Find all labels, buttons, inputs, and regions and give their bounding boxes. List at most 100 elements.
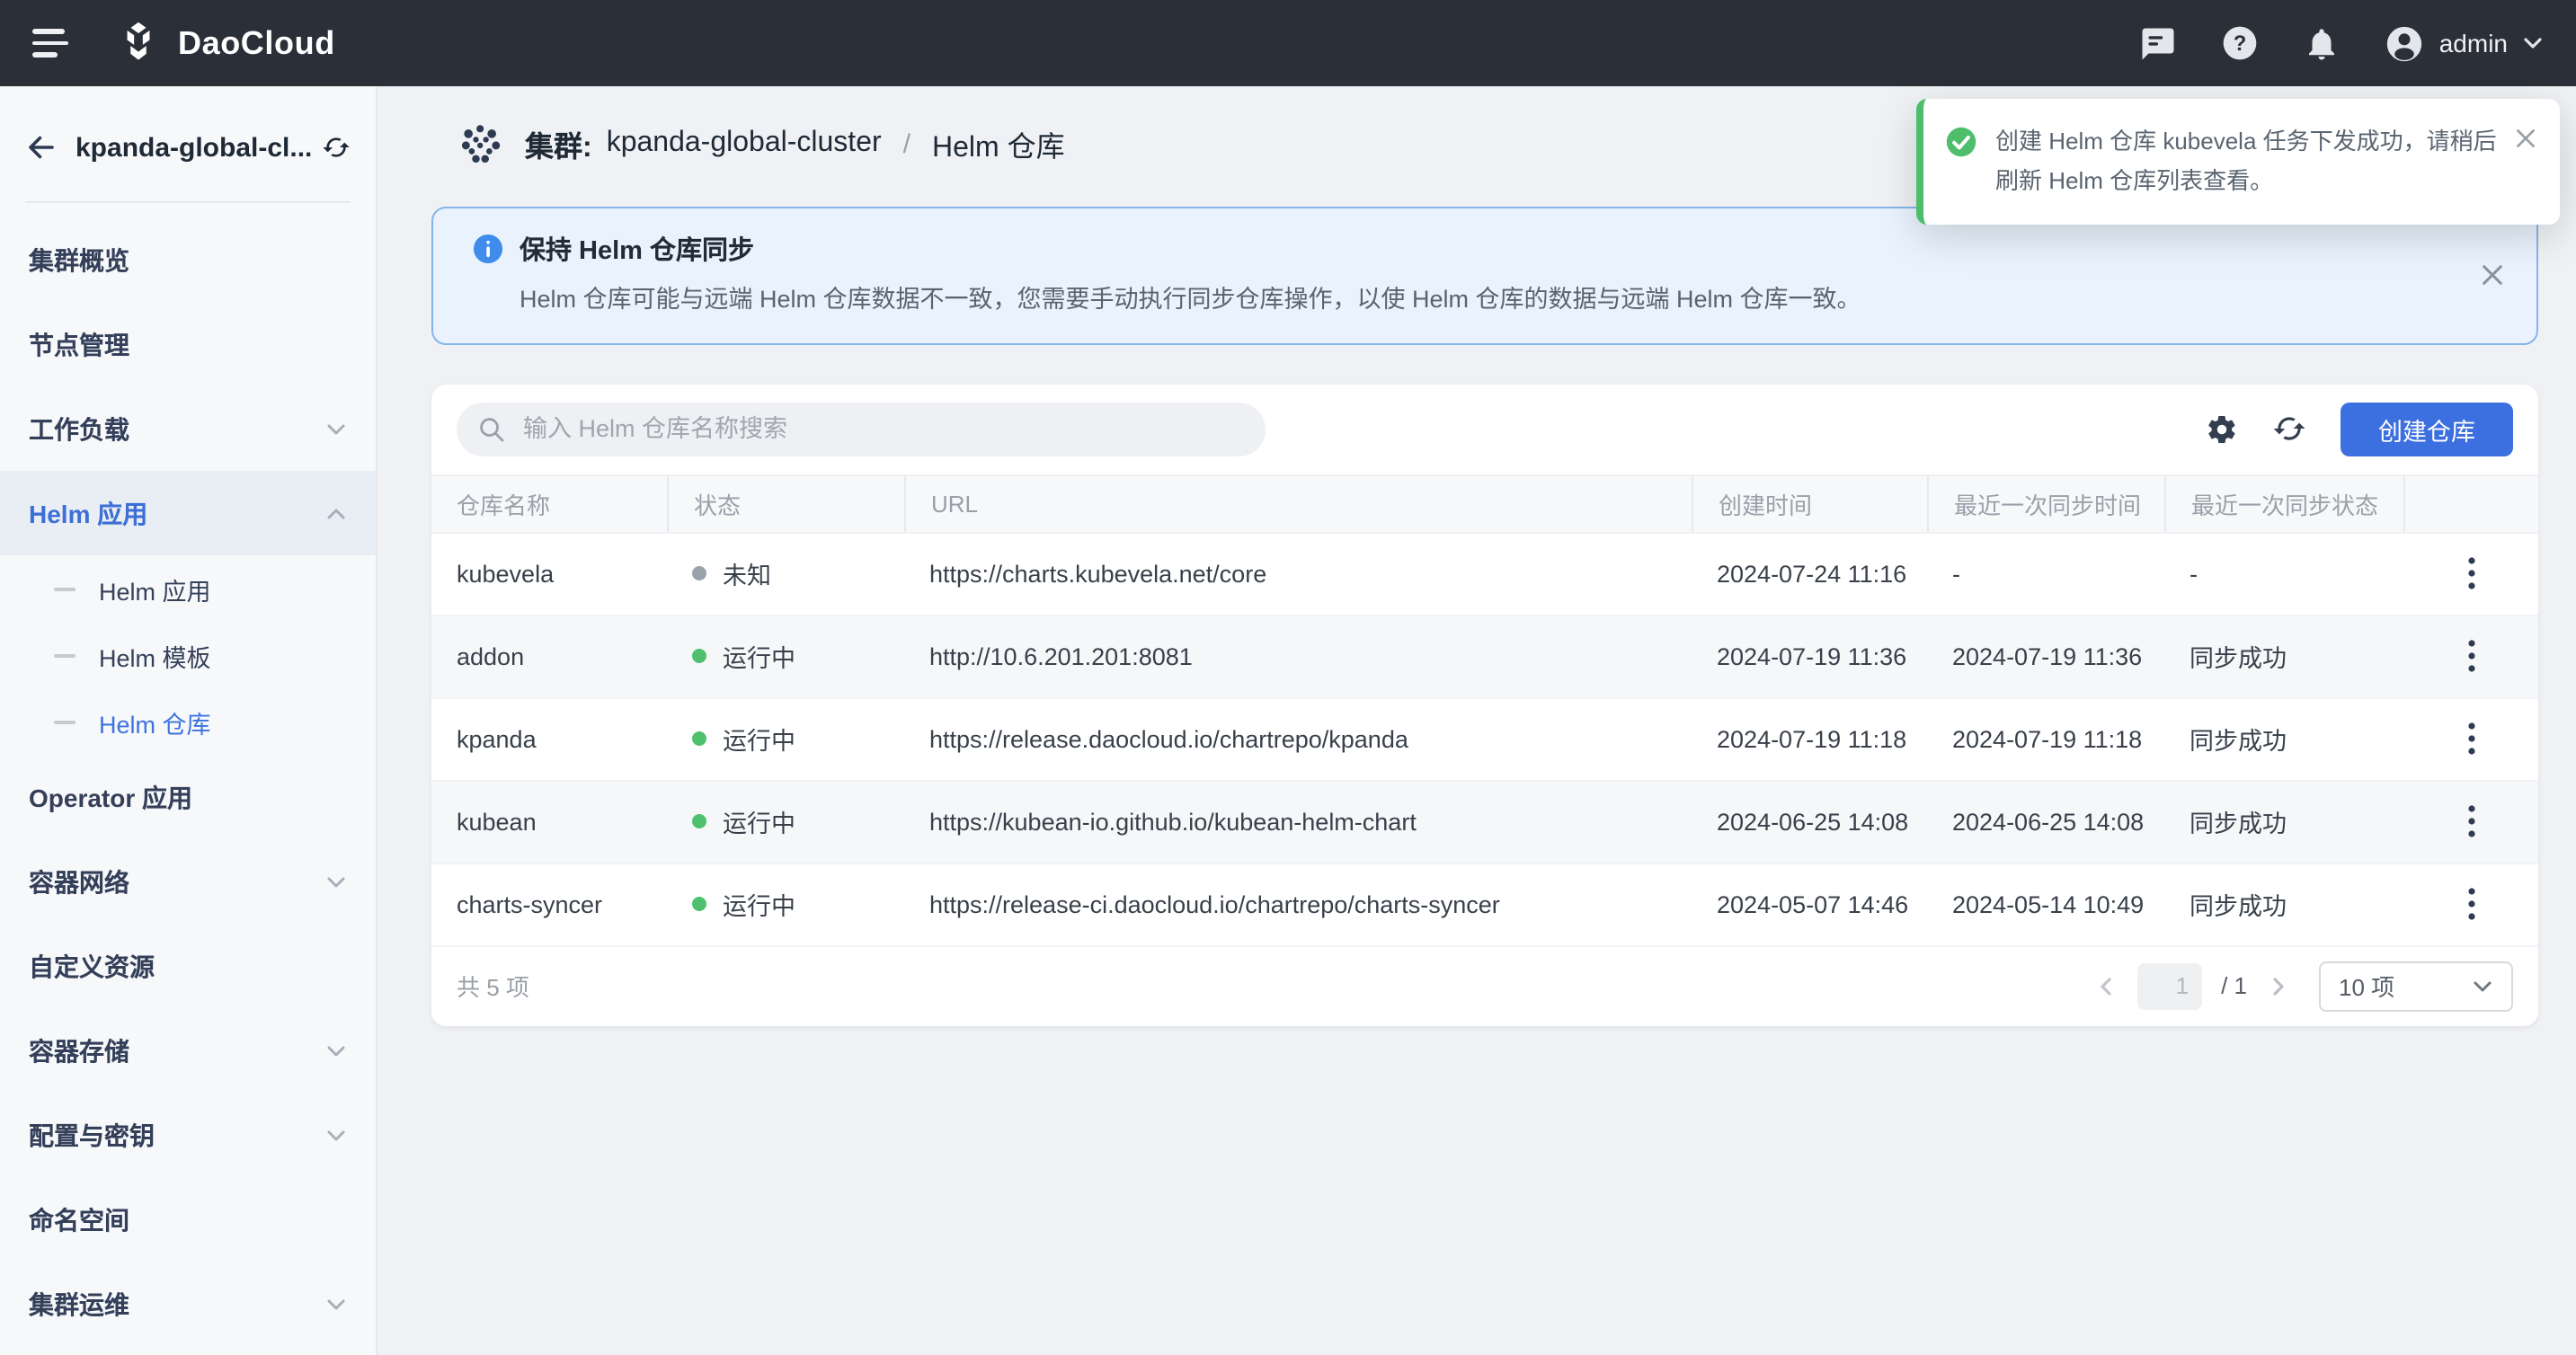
cell-status: 未知 [667, 555, 904, 591]
cell-url: https://kubean-io.github.io/kubean-helm-… [904, 808, 1692, 835]
column-header: 最近一次同步状态 [2164, 475, 2403, 531]
sidebar-subitem-label: Helm 模板 [99, 637, 211, 673]
row-actions-kebab-icon[interactable] [2453, 881, 2489, 927]
cell-url: https://charts.kubevela.net/core [904, 560, 1692, 587]
cell-url: http://10.6.201.201:8081 [904, 642, 1692, 669]
column-header: 状态 [667, 475, 904, 531]
table-settings-gear-icon[interactable] [2206, 412, 2238, 445]
cell-status: 运行中 [667, 638, 904, 674]
sidebar-item[interactable]: Operator 应用 [0, 755, 376, 839]
toast-close-icon[interactable] [2511, 124, 2540, 153]
page-number-input[interactable]: 1 [2136, 962, 2201, 1009]
cell-last-sync-status: 同步成功 [2164, 886, 2403, 922]
status-label: 运行中 [723, 638, 795, 674]
sidebar-item[interactable]: 集群概览 [0, 217, 376, 302]
sidebar-item[interactable]: 节点管理 [0, 302, 376, 386]
dash-icon [54, 720, 76, 723]
sidebar-item[interactable]: Helm 应用 [0, 471, 376, 555]
sidebar-item[interactable]: 命名空间 [0, 1177, 376, 1262]
next-page-icon[interactable] [2267, 975, 2288, 996]
pagination: 1 / 1 10 项 [2095, 961, 2513, 1011]
help-icon[interactable]: ? [2220, 23, 2260, 63]
brand-name: DaoCloud [178, 24, 335, 62]
search-box [457, 402, 1266, 456]
cell-created-time: 2024-07-19 11:36 [1692, 642, 1927, 669]
switch-cluster-icon[interactable] [322, 133, 351, 162]
status-dot [692, 731, 706, 746]
column-header: URL [904, 475, 1692, 531]
sidebar-item[interactable]: 配置与密钥 [0, 1093, 376, 1177]
page-size-select[interactable]: 10 项 [2319, 961, 2513, 1011]
notifications-bell-icon[interactable] [2303, 24, 2341, 62]
cell-last-sync-time: 2024-06-25 14:08 [1927, 808, 2164, 835]
sidebar-item-label: 容器网络 [29, 863, 325, 899]
status-label: 运行中 [723, 721, 795, 757]
cell-created-time: 2024-07-24 11:16 [1692, 560, 1927, 587]
table-row: kubevela 未知 https://charts.kubevela.net/… [431, 533, 2538, 616]
breadcrumb-cluster-name[interactable]: kpanda-global-cluster [607, 128, 882, 160]
user-menu[interactable]: admin [2384, 22, 2544, 64]
success-toast: 创建 Helm 仓库 kubevela 任务下发成功，请稍后刷新 Helm 仓库… [1916, 99, 2560, 225]
cell-status: 运行中 [667, 886, 904, 922]
chevron-down-icon [2472, 975, 2493, 996]
cell-created-time: 2024-07-19 11:18 [1692, 725, 1927, 752]
cell-created-time: 2024-05-07 14:46 [1692, 890, 1927, 917]
back-arrow-icon[interactable] [25, 131, 58, 164]
chevron-down-icon [325, 418, 347, 439]
sidebar-item[interactable]: 集群运维 [0, 1262, 376, 1346]
cell-repo-name: addon [431, 642, 667, 669]
cell-last-sync-status: 同步成功 [2164, 721, 2403, 757]
sidebar-subitem[interactable]: Helm 应用 [0, 555, 376, 622]
sidebar-item[interactable]: 工作负载 [0, 386, 376, 471]
banner-close-icon[interactable] [2477, 261, 2508, 291]
table-header: 仓库名称状态URL创建时间最近一次同步时间最近一次同步状态 [431, 474, 2538, 533]
prev-page-icon[interactable] [2095, 975, 2117, 996]
sidebar-item-label: 容器存储 [29, 1032, 325, 1068]
sidebar-item-label: 工作负载 [29, 411, 325, 447]
chevron-down-icon [325, 1293, 347, 1315]
sidebar-nav: 集群概览节点管理工作负载 Helm 应用 Helm 应用 Helm 模板 Helm 仓库… [0, 203, 376, 1346]
cell-repo-name: kubevela [431, 560, 667, 587]
sidebar-item[interactable]: 容器网络 [0, 839, 376, 924]
banner-title: 保持 Helm 仓库同步 [520, 230, 754, 268]
cell-repo-name: kubean [431, 808, 667, 835]
sidebar-item[interactable]: 容器存储 [0, 1008, 376, 1093]
daocloud-logo-icon [115, 20, 162, 66]
status-label: 未知 [723, 555, 771, 591]
row-actions-kebab-icon[interactable] [2453, 798, 2489, 845]
table-body: kubevela 未知 https://charts.kubevela.net/… [431, 533, 2538, 946]
row-actions-kebab-icon[interactable] [2453, 633, 2489, 679]
sidebar-item[interactable]: 自定义资源 [0, 924, 376, 1008]
create-repo-button[interactable]: 创建仓库 [2341, 402, 2513, 456]
main-content: 集群: kpanda-global-cluster / Helm 仓库 保持 H… [378, 86, 2576, 1355]
username: admin [2439, 29, 2508, 58]
brand-logo[interactable]: DaoCloud [115, 20, 335, 66]
sidebar-subitem[interactable]: Helm 仓库 [0, 688, 376, 755]
row-actions-kebab-icon[interactable] [2453, 550, 2489, 597]
menu-hamburger-icon[interactable] [32, 30, 68, 57]
dash-icon [54, 653, 76, 657]
cell-status: 运行中 [667, 721, 904, 757]
table-row: kubean 运行中 https://kubean-io.github.io/k… [431, 781, 2538, 863]
cluster-dots-icon [458, 120, 505, 167]
toast-message: 创建 Helm 仓库 kubevela 任务下发成功，请稍后刷新 Helm 仓库… [1995, 122, 2499, 201]
breadcrumb-page: Helm 仓库 [932, 122, 1065, 165]
cell-url: https://release.daocloud.io/chartrepo/kp… [904, 725, 1692, 752]
cell-repo-name: charts-syncer [431, 890, 667, 917]
sidebar-item-label: Helm 应用 [29, 495, 325, 531]
breadcrumb-separator: / [903, 128, 910, 159]
feedback-chat-icon[interactable] [2139, 24, 2177, 62]
page-total: / 1 [2221, 972, 2247, 999]
cell-url: https://release-ci.daocloud.io/chartrepo… [904, 890, 1692, 917]
search-input[interactable] [520, 413, 1244, 444]
chevron-down-icon [325, 871, 347, 892]
chevron-up-icon [325, 502, 347, 524]
table-row: charts-syncer 运行中 https://release-ci.dao… [431, 863, 2538, 946]
row-actions-kebab-icon[interactable] [2453, 715, 2489, 762]
column-header: 最近一次同步时间 [1927, 475, 2164, 531]
refresh-icon[interactable] [2272, 412, 2306, 446]
sidebar-subitem[interactable]: Helm 模板 [0, 622, 376, 688]
svg-text:?: ? [2233, 31, 2246, 56]
sync-info-banner: 保持 Helm 仓库同步 Helm 仓库可能与远端 Helm 仓库数据不一致，您… [431, 207, 2538, 344]
status-dot [692, 566, 706, 580]
